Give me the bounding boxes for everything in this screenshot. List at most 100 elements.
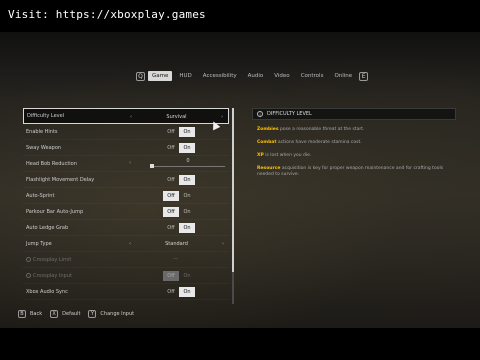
toggle-off-option[interactable]: Off <box>163 191 179 201</box>
settings-tab-bar: Q Game HUD Accessibility Audio Video Con… <box>136 70 369 82</box>
chevron-right-icon[interactable]: › <box>219 114 225 120</box>
description-line: Combat actions have moderate stamina cos… <box>257 140 456 146</box>
watermark-text: Visit: https://xboxplay.games <box>8 8 206 21</box>
chevron-right-icon[interactable]: › <box>220 241 226 247</box>
slider-track[interactable] <box>151 166 225 167</box>
setting-label: Auto-Sprint <box>26 192 55 199</box>
selector-value: Survival <box>166 114 187 120</box>
toggle-switch[interactable]: Off On <box>163 287 195 297</box>
tab-game[interactable]: Game <box>148 71 173 81</box>
toggle-off-option[interactable]: Off <box>163 143 179 153</box>
next-tab-key-icon[interactable]: E <box>359 71 369 81</box>
setting-sway-weapon[interactable]: Sway Weapon Off On <box>23 140 229 156</box>
slider-value: 0 <box>186 158 190 164</box>
selector-value: Standard <box>165 241 188 247</box>
toggle-off-option[interactable]: Off <box>163 175 179 185</box>
head-bob-slider[interactable]: 0 <box>150 158 225 169</box>
toggle-on-option[interactable]: On <box>179 223 195 233</box>
toggle-on-option[interactable]: On <box>179 175 195 185</box>
default-hint[interactable]: Default <box>62 311 80 317</box>
setting-label: Jump Type <box>26 240 52 247</box>
toggle-on-option[interactable]: On <box>179 207 195 217</box>
description-line: Zombies pose a reasonable threat at the … <box>257 127 456 133</box>
setting-label: Head Bob Reduction <box>26 160 77 167</box>
setting-xbox-audio-sync[interactable]: Xbox Audio Sync Off On <box>23 284 229 300</box>
setting-label: Difficulty Level <box>27 113 65 119</box>
setting-crossplay-input: Crossplay Input Off On <box>23 268 229 284</box>
setting-difficulty-level[interactable]: Difficulty Level ‹ Survival › <box>23 108 229 124</box>
description-title: DIFFICULTY LEVEL <box>267 111 312 117</box>
toggle-switch[interactable]: Off On <box>163 207 195 217</box>
default-key-icon[interactable]: X <box>50 310 59 318</box>
tab-accessibility[interactable]: Accessibility <box>199 71 241 81</box>
lock-icon <box>26 273 31 278</box>
setting-label: Auto Ledge Grab <box>26 224 69 231</box>
toggle-on-option[interactable]: On <box>179 287 195 297</box>
setting-flashlight-movement-delay[interactable]: Flashlight Movement Delay Off On <box>23 172 229 188</box>
scrollbar-track[interactable] <box>232 272 234 304</box>
setting-label: Sway Weapon <box>26 144 62 151</box>
setting-label: Enable Hints <box>26 128 58 135</box>
toggle-switch[interactable]: Off On <box>163 191 195 201</box>
toggle-on-option[interactable]: On <box>179 127 195 137</box>
setting-label: Xbox Audio Sync <box>26 288 68 295</box>
toggle-switch[interactable]: Off On <box>163 127 195 137</box>
jump-type-selector[interactable]: ‹ Standard › <box>127 239 226 249</box>
chevron-left-icon[interactable]: ‹ <box>127 160 133 166</box>
top-letterbox: Visit: https://xboxplay.games <box>0 0 480 32</box>
setting-label: Flashlight Movement Delay <box>26 176 95 183</box>
setting-crossplay-limit: Crossplay Limit — <box>23 252 229 268</box>
description-panel: i DIFFICULTY LEVEL Zombies pose a reason… <box>252 108 456 188</box>
toggle-off-option[interactable]: Off <box>163 127 179 137</box>
back-key-icon[interactable]: B <box>18 310 26 318</box>
lock-icon <box>26 257 31 262</box>
setting-jump-type[interactable]: Jump Type ‹ Standard › <box>23 236 229 252</box>
setting-head-bob-reduction[interactable]: Head Bob Reduction ‹ 0 <box>23 156 229 172</box>
settings-list: Difficulty Level ‹ Survival › Enable Hin… <box>23 108 229 304</box>
scrollbar-thumb[interactable] <box>232 108 234 272</box>
toggle-switch[interactable]: Off On <box>163 175 195 185</box>
description-text: is lost when you die. <box>263 153 312 158</box>
highlight-term: XP <box>257 153 264 158</box>
description-text: actions have moderate stamina cost. <box>276 140 362 145</box>
toggle-off-option[interactable]: Off <box>163 223 179 233</box>
tab-hud[interactable]: HUD <box>175 71 195 81</box>
description-text: pose a reasonable threat at the start. <box>278 127 365 132</box>
setting-parkour-auto-jump[interactable]: Parkour Bar Auto-Jump Off On <box>23 204 229 220</box>
toggle-off-option: Off <box>163 271 179 281</box>
toggle-on-option[interactable]: On <box>179 191 195 201</box>
tab-controls[interactable]: Controls <box>297 71 328 81</box>
locked-value: — <box>173 256 178 262</box>
setting-auto-sprint[interactable]: Auto-Sprint Off On <box>23 188 229 204</box>
difficulty-selector[interactable]: ‹ Survival › <box>128 112 225 122</box>
info-icon: i <box>257 111 263 117</box>
toggle-on-option[interactable]: On <box>179 143 195 153</box>
prev-tab-key-icon[interactable]: Q <box>136 71 145 81</box>
description-header: i DIFFICULTY LEVEL <box>252 108 456 120</box>
back-hint[interactable]: Back <box>30 311 42 317</box>
toggle-off-option[interactable]: Off <box>163 207 179 217</box>
highlight-term: Zombies <box>257 127 279 132</box>
setting-label: Parkour Bar Auto-Jump <box>26 208 84 215</box>
highlight-term: Resource <box>257 166 281 171</box>
description-text: acquisition is key for proper weapon mai… <box>257 166 444 177</box>
tab-online[interactable]: Online <box>330 71 356 81</box>
setting-enable-hints[interactable]: Enable Hints Off On <box>23 124 229 140</box>
toggle-switch: Off On <box>163 271 195 281</box>
button-hints: B Back X Default Y Change Input <box>18 310 138 318</box>
description-line: Resource acquisition is key for proper w… <box>257 166 456 178</box>
highlight-term: Combat <box>257 140 277 145</box>
setting-label: Crossplay Limit <box>33 256 72 263</box>
slider-handle[interactable] <box>150 164 154 168</box>
toggle-switch[interactable]: Off On <box>163 143 195 153</box>
toggle-switch[interactable]: Off On <box>163 223 195 233</box>
toggle-on-option: On <box>183 273 191 279</box>
description-line: XP is lost when you die. <box>257 153 456 159</box>
change-input-hint[interactable]: Change Input <box>100 311 134 317</box>
setting-auto-ledge-grab[interactable]: Auto Ledge Grab Off On <box>23 220 229 236</box>
tab-video[interactable]: Video <box>270 71 293 81</box>
tab-audio[interactable]: Audio <box>244 71 268 81</box>
toggle-off-option[interactable]: Off <box>163 287 179 297</box>
change-input-key-icon[interactable]: Y <box>88 310 97 318</box>
bottom-letterbox <box>0 328 480 360</box>
